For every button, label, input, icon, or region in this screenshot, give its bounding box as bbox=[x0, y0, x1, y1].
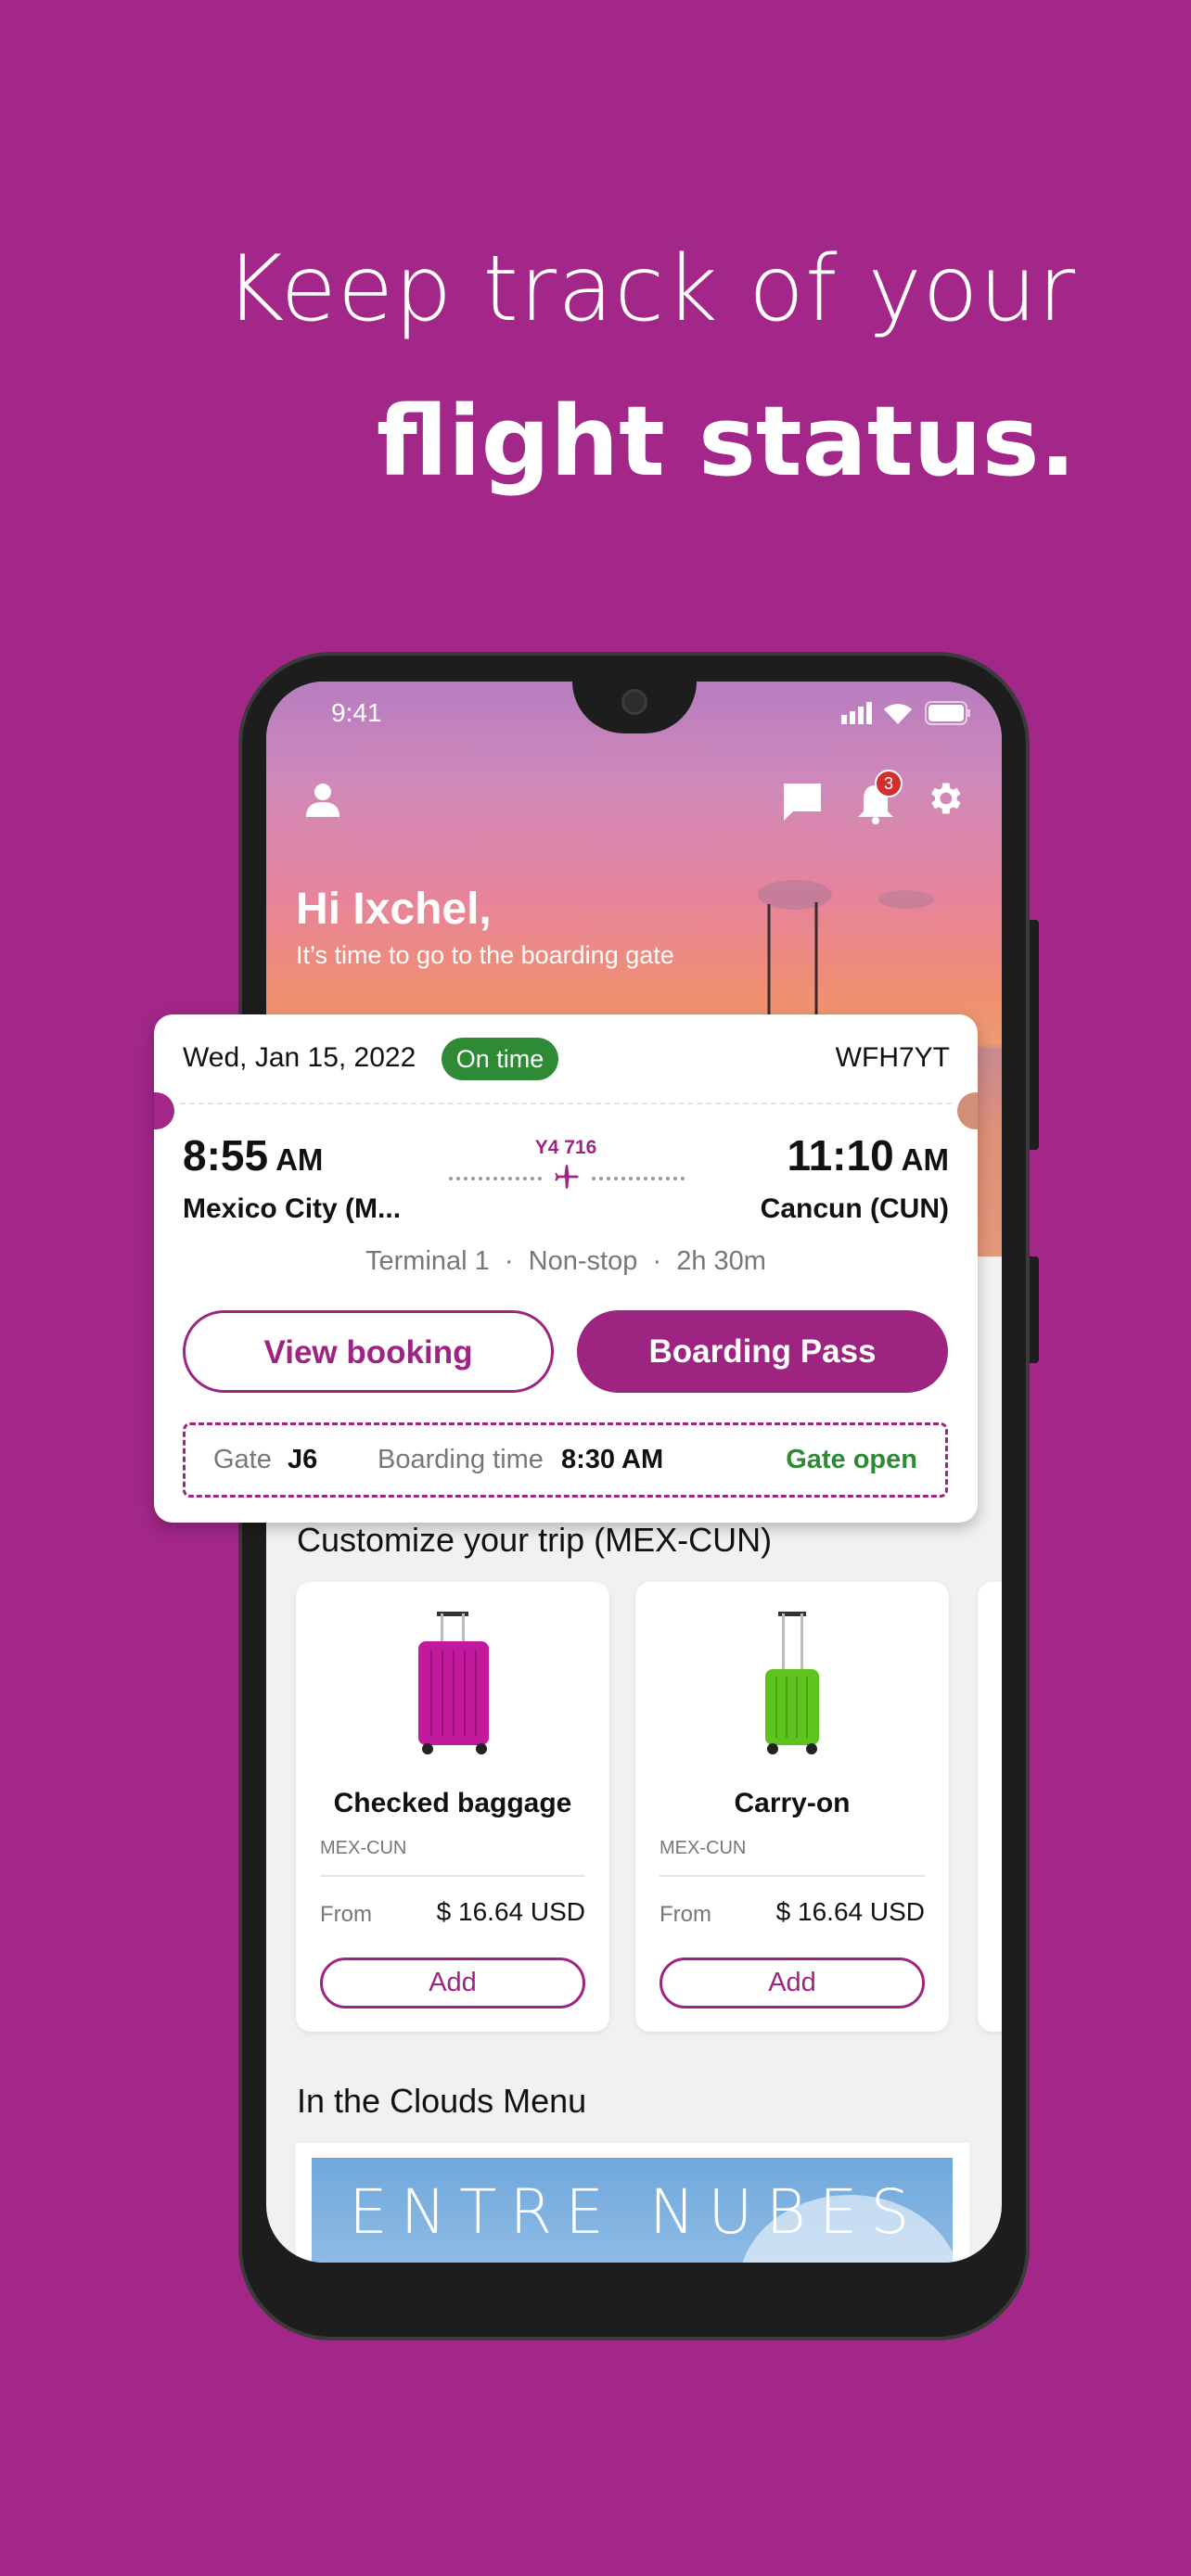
product-card-carry-on[interactable]: Carry-on MEX-CUN From $ 16.64 USD Add bbox=[635, 1582, 949, 2032]
arrival-time: 11:10 AM bbox=[788, 1130, 949, 1180]
arrival-time-value: 11:10 bbox=[787, 1131, 894, 1180]
boarding-pass-button[interactable]: Boarding Pass bbox=[577, 1310, 948, 1393]
boarding-time-value: 8:30 AM bbox=[561, 1445, 664, 1474]
route-dots bbox=[449, 1177, 542, 1180]
battery-icon bbox=[925, 701, 970, 725]
departure-city: Mexico City (M... bbox=[183, 1193, 402, 1224]
product-card-next[interactable] bbox=[978, 1582, 1002, 2032]
product-price: $ 16.64 USD bbox=[436, 1897, 585, 1926]
wifi-icon bbox=[884, 704, 912, 724]
signal-icon bbox=[841, 702, 872, 724]
notification-count-badge: 3 bbox=[875, 770, 903, 797]
greeting: Hi Ixchel, bbox=[296, 885, 492, 934]
product-route: MEX-CUN bbox=[320, 1838, 407, 1858]
checked-baggage-suitcase-icon bbox=[418, 1612, 489, 1754]
product-divider bbox=[320, 1875, 585, 1877]
menu-banner-card[interactable]: ENTRE NUBES bbox=[296, 2143, 969, 2263]
ticket-divider bbox=[180, 1103, 952, 1104]
customize-title: Customize your trip (MEX-CUN) bbox=[297, 1521, 773, 1559]
airplane-icon bbox=[555, 1165, 579, 1189]
product-name: Carry-on bbox=[734, 1788, 851, 1818]
ticket-notch-left bbox=[154, 1092, 174, 1129]
profile-icon[interactable] bbox=[305, 782, 340, 817]
gate-value: J6 bbox=[288, 1445, 318, 1474]
headline-line-2: flight status. bbox=[376, 385, 1076, 498]
product-from-label: From bbox=[660, 1902, 711, 1927]
boarding-time-label: Boarding time bbox=[378, 1445, 544, 1474]
gate-info-box: Gate J6 Boarding time 8:30 AM Gate open bbox=[183, 1422, 948, 1498]
product-route: MEX-CUN bbox=[660, 1838, 747, 1858]
product-card-checked-baggage[interactable]: Checked baggage MEX-CUN From $ 16.64 USD… bbox=[296, 1582, 609, 2032]
product-name: Checked baggage bbox=[333, 1788, 572, 1818]
phone-volume-button bbox=[1030, 920, 1039, 1150]
route-dots bbox=[592, 1177, 685, 1180]
carry-on-suitcase-icon bbox=[765, 1612, 819, 1754]
camera-icon bbox=[621, 689, 647, 715]
flight-card[interactable]: Wed, Jan 15, 2022 On time WFH7YT 8:55 AM … bbox=[154, 1014, 978, 1523]
headline-line-1: Keep track of your bbox=[224, 236, 1076, 342]
status-time: 9:41 bbox=[331, 698, 382, 727]
menu-title: In the Clouds Menu bbox=[297, 2082, 587, 2120]
view-booking-button[interactable]: View booking bbox=[183, 1310, 554, 1393]
arrival-ampm: AM bbox=[901, 1142, 949, 1177]
product-price: $ 16.64 USD bbox=[775, 1897, 925, 1926]
add-carry-on-button[interactable]: Add bbox=[660, 1958, 925, 2009]
menu-banner-image: ENTRE NUBES bbox=[312, 2158, 961, 2263]
ticket-notch-right bbox=[957, 1092, 978, 1129]
messages-icon[interactable] bbox=[782, 782, 823, 823]
flight-date: Wed, Jan 15, 2022 bbox=[183, 1042, 416, 1073]
add-checked-baggage-button[interactable]: Add bbox=[320, 1958, 585, 2009]
settings-gear-icon[interactable] bbox=[924, 778, 965, 819]
gate-label: Gate bbox=[213, 1445, 272, 1474]
product-from-label: From bbox=[320, 1902, 372, 1927]
gate-status: Gate open bbox=[786, 1445, 917, 1474]
confirmation-code: WFH7YT bbox=[835, 1042, 950, 1073]
product-divider bbox=[660, 1875, 925, 1877]
flight-details: Terminal 1 · Non-stop · 2h 30m bbox=[365, 1246, 766, 1276]
phone-power-button bbox=[1030, 1256, 1039, 1363]
flight-status-badge: On time bbox=[442, 1038, 558, 1080]
arrival-city: Cancun (CUN) bbox=[760, 1193, 949, 1224]
greeting-subtitle: It’s time to go to the boarding gate bbox=[296, 941, 674, 969]
route-line bbox=[449, 1165, 685, 1189]
